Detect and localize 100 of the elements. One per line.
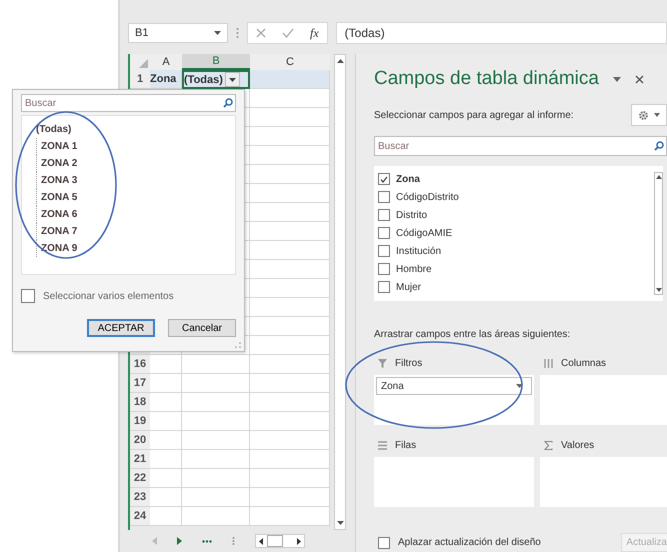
area-label: Valores (561, 440, 594, 450)
vertical-scrollbar[interactable] (334, 54, 346, 530)
column-header[interactable]: B (182, 54, 250, 70)
row-header[interactable]: 22 (130, 469, 150, 488)
formula-field[interactable]: (Todas) (336, 22, 667, 44)
filter-item[interactable]: ZONA 9 (41, 243, 78, 254)
filter-item[interactable]: ZONA 5 (41, 192, 78, 203)
check-icon[interactable] (282, 28, 294, 38)
field-checkbox[interactable] (378, 173, 390, 185)
field-checkbox[interactable] (378, 209, 390, 221)
caret-icon (214, 31, 221, 35)
more-sheets-icon[interactable] (202, 540, 212, 542)
filter-item[interactable]: ZONA 3 (41, 175, 78, 186)
scroll-right-icon[interactable] (297, 538, 301, 544)
field-checkbox[interactable] (378, 281, 390, 293)
row-header[interactable]: 24 (130, 507, 150, 526)
table-cell (150, 488, 182, 507)
area-label: Filas (395, 440, 416, 450)
scroll-up-icon[interactable] (656, 175, 662, 179)
search-icon (654, 141, 664, 151)
filter-item[interactable]: ZONA 2 (41, 158, 78, 169)
search-icon (223, 98, 233, 108)
close-icon[interactable] (634, 74, 644, 84)
drop-area[interactable]: Zona (374, 375, 534, 425)
field-label[interactable]: CódigoAMIE (396, 228, 452, 238)
table-cell (182, 431, 250, 450)
scroll-thumb[interactable] (267, 535, 283, 547)
field-checkbox[interactable] (378, 245, 390, 257)
table-cell (182, 412, 250, 431)
columns-icon (544, 358, 553, 368)
field-label[interactable]: Mujer (396, 282, 422, 292)
area-label: Columnas (561, 358, 606, 368)
row-header[interactable]: 1 (130, 70, 150, 89)
field-label[interactable]: Hombre (396, 264, 432, 274)
table-cell (182, 450, 250, 469)
horizontal-scrollbar[interactable] (255, 534, 305, 548)
field-checkbox[interactable] (378, 191, 390, 203)
multi-select-label[interactable]: Seleccionar varios elementos (43, 290, 174, 302)
name-box[interactable]: B1 (128, 23, 228, 43)
grip-icon (236, 27, 239, 39)
scroll-left-icon[interactable] (259, 538, 263, 544)
caret-icon (654, 113, 660, 117)
field-label[interactable]: CódigoDistrito (396, 192, 459, 202)
filter-icon (378, 358, 387, 368)
table-cell (150, 374, 182, 393)
scroll-down-icon[interactable] (656, 288, 662, 292)
search-box[interactable]: Buscar (21, 94, 236, 112)
scroll-up-icon[interactable] (336, 59, 344, 63)
caret-icon (516, 384, 523, 388)
caret-icon[interactable] (612, 76, 621, 82)
table-cell (182, 469, 250, 488)
area-label: Filtros (395, 358, 422, 368)
accept-button[interactable]: ACEPTAR (87, 319, 155, 337)
row-header[interactable]: 17 (130, 374, 150, 393)
instruction-text: Arrastrar campos entre las áreas siguientes: (374, 329, 572, 342)
table-cell (150, 431, 182, 450)
cancel-icon[interactable] (256, 28, 266, 38)
field-checkbox[interactable] (378, 263, 390, 275)
multi-select-checkbox[interactable] (21, 289, 35, 303)
column-header[interactable]: C (250, 54, 330, 70)
row-header[interactable]: 16 (130, 355, 150, 374)
filter-item[interactable]: ZONA 7 (41, 226, 78, 237)
row-header[interactable]: 23 (130, 488, 150, 507)
field-chip[interactable]: Zona (376, 377, 532, 395)
field-checkbox[interactable] (378, 227, 390, 239)
grip-icon (232, 536, 235, 546)
defer-checkbox[interactable] (378, 536, 390, 548)
table-cell (182, 355, 250, 374)
tools-button[interactable] (631, 104, 667, 126)
table-cell (182, 393, 250, 412)
rows-icon (378, 440, 387, 450)
row-header[interactable]: 18 (130, 393, 150, 412)
row-header[interactable]: 21 (130, 450, 150, 469)
sigma-icon (544, 440, 553, 450)
column-header[interactable]: A (150, 54, 182, 70)
search-field[interactable]: Buscar (22, 95, 223, 111)
table-cell (182, 507, 250, 526)
field-label[interactable]: Distrito (396, 210, 428, 220)
gear-icon (638, 110, 649, 120)
field-label[interactable]: Institución (396, 246, 442, 256)
cell-text: (Todas) (184, 74, 223, 86)
scroll-down-icon[interactable] (336, 521, 344, 525)
defer-label[interactable]: Aplazar actualización del diseño (398, 537, 541, 548)
filter-item[interactable]: (Todas) (36, 124, 72, 135)
resize-grip-icon[interactable] (235, 342, 241, 348)
cancel-button[interactable]: Cancelar (168, 319, 236, 337)
filter-item[interactable]: ZONA 1 (41, 141, 78, 152)
field-label[interactable]: Zona (396, 174, 420, 184)
table-cell (150, 412, 182, 431)
row-header[interactable]: 20 (130, 431, 150, 450)
filter-item[interactable]: ZONA 6 (41, 209, 78, 220)
cell-text: Zona (150, 73, 176, 85)
filter-dropdown-button[interactable] (224, 72, 240, 87)
table-cell (150, 469, 182, 488)
next-sheet-icon[interactable] (177, 537, 182, 545)
insert-function-button[interactable]: fx (310, 26, 319, 40)
list-scrollbar[interactable] (654, 172, 663, 295)
table-cell (150, 450, 182, 469)
table-cell (150, 393, 182, 412)
row-header[interactable]: 19 (130, 412, 150, 431)
